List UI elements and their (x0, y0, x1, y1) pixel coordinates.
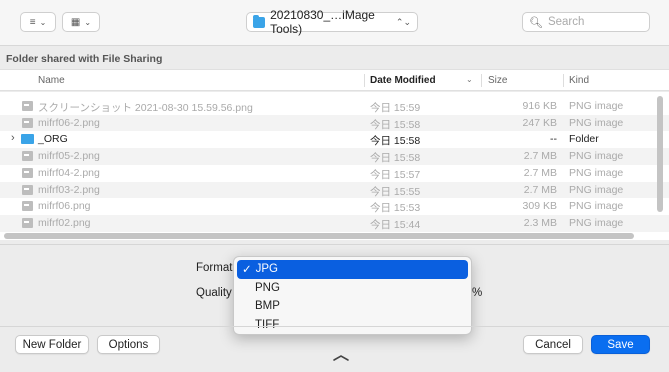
list-item[interactable]: mifrf06-2.png 今日 15:58 247 KB PNG image (0, 114, 669, 132)
file-size: 2.7 MB (523, 183, 557, 196)
view-mode-button[interactable]: ≡ ⌄ (20, 12, 56, 32)
file-name: mifrf04-2.png (38, 166, 100, 179)
quality-label: Quality (196, 287, 232, 299)
checkmark-icon: ✓ (242, 264, 252, 277)
file-name: mifrf02.png (38, 216, 91, 229)
search-field[interactable]: 🔍︎ Search (522, 12, 650, 32)
list-item[interactable]: スクリーンショット 2021-08-30 15.59.56.png 今日 15:… (0, 98, 669, 115)
file-size: 247 KB (522, 116, 557, 129)
image-file-icon (22, 101, 33, 111)
image-file-icon (22, 184, 33, 195)
file-size: 2.7 MB (523, 150, 557, 163)
image-file-icon (22, 167, 33, 178)
bottom-bar: New Folder Options Cancel Save (0, 326, 669, 372)
file-size: -- (550, 133, 557, 146)
search-icon: 🔍︎ (529, 16, 543, 29)
file-list[interactable]: スクリーンショット 2021-08-30 15.59.56.png 今日 15:… (0, 92, 669, 240)
options-button[interactable]: Options (97, 335, 160, 354)
cancel-button[interactable]: Cancel (523, 335, 583, 354)
list-item[interactable]: mifrf04-2.png 今日 15:57 2.7 MB PNG image (0, 165, 669, 182)
file-kind: Folder (569, 133, 599, 146)
file-date: 今日 15:59 (370, 102, 421, 114)
list-item[interactable]: mifrf02.png 今日 15:44 2.3 MB PNG image (0, 214, 669, 232)
file-kind: PNG image (569, 100, 624, 112)
menu-item-label: BMP (255, 300, 280, 313)
folder-icon (253, 14, 266, 28)
format-popup-menu[interactable]: ✓ JPG PNG BMP TIFF (233, 256, 472, 335)
column-kind[interactable]: Kind (569, 75, 589, 86)
chevron-down-icon: ⌄ (84, 17, 92, 27)
file-name: mifrf05-2.png (38, 150, 100, 163)
save-dialog: ≡ ⌄ ▦ ⌄ 20210830_…iMage Tools) ⌃⌄ 🔍︎ Sea… (0, 0, 669, 372)
file-size: 2.7 MB (523, 166, 557, 179)
file-name: _ORG (38, 133, 68, 146)
new-folder-button[interactable]: New Folder (15, 335, 89, 354)
file-date: 今日 15:58 (370, 152, 421, 165)
menu-item-label: PNG (255, 281, 280, 294)
image-file-icon (22, 117, 33, 128)
list-item[interactable]: › _ORG 今日 15:58 -- Folder (0, 131, 669, 148)
file-kind: PNG image (569, 166, 624, 179)
vertical-scrollbar[interactable] (657, 96, 663, 212)
location-popup[interactable]: 20210830_…iMage Tools) ⌃⌄ (246, 8, 418, 36)
column-divider (563, 74, 564, 87)
section-title: Folder shared with File Sharing (6, 53, 163, 65)
menu-item-bmp[interactable]: BMP (237, 297, 468, 316)
image-file-icon (22, 151, 33, 162)
toolbar: ≡ ⌄ ▦ ⌄ 20210830_…iMage Tools) ⌃⌄ 🔍︎ Sea… (0, 0, 669, 46)
menu-item-png[interactable]: PNG (237, 279, 468, 298)
folder-icon (21, 134, 34, 145)
column-size[interactable]: Size (488, 75, 507, 86)
collapse-chevron-icon[interactable] (332, 354, 350, 362)
updown-chevron-icon: ⌃⌄ (395, 16, 411, 27)
file-kind: PNG image (569, 183, 624, 196)
file-kind: PNG image (569, 216, 624, 229)
column-date-modified[interactable]: Date Modified (370, 75, 436, 86)
menu-item-label: JPG (255, 263, 279, 276)
column-header: Name Date Modified ⌄ Size Kind (0, 69, 669, 91)
image-file-icon (22, 201, 33, 212)
file-size: 2.3 MB (523, 216, 557, 229)
file-name: スクリーンショット 2021-08-30 15.59.56.png (38, 102, 253, 114)
menu-item-jpg[interactable]: ✓ JPG (237, 260, 468, 279)
location-label: 20210830_…iMage Tools) (270, 8, 375, 36)
file-kind: PNG image (569, 150, 624, 163)
column-divider (481, 74, 482, 87)
search-placeholder: Search (547, 16, 585, 28)
file-date: 今日 15:57 (370, 168, 421, 181)
chevron-down-icon: ⌄ (39, 17, 47, 27)
quality-percent: % (472, 287, 483, 299)
disclosure-chevron-icon[interactable]: › (11, 132, 15, 144)
save-button[interactable]: Save (591, 335, 650, 354)
file-size: 916 KB (522, 100, 557, 112)
file-date: 今日 15:44 (370, 218, 421, 231)
list-view-icon: ≡ (29, 16, 36, 28)
list-item[interactable]: mifrf05-2.png 今日 15:58 2.7 MB PNG image (0, 148, 669, 165)
format-label: Format: (196, 262, 236, 274)
file-size: 309 KB (522, 200, 557, 213)
horizontal-scrollbar[interactable] (4, 233, 634, 239)
file-date: 今日 15:58 (370, 118, 421, 131)
image-file-icon (22, 217, 33, 228)
file-date: 今日 15:58 (370, 135, 421, 148)
file-name: mifrf06-2.png (38, 116, 100, 129)
group-button[interactable]: ▦ ⌄ (62, 12, 100, 32)
file-date: 今日 15:55 (370, 185, 421, 198)
sort-chevron-icon: ⌄ (466, 75, 473, 84)
grid-icon: ▦ (70, 16, 81, 28)
file-kind: PNG image (569, 116, 624, 129)
column-divider (364, 74, 365, 87)
file-kind: PNG image (569, 200, 624, 213)
list-item[interactable]: mifrf03-2.png 今日 15:55 2.7 MB PNG image (0, 181, 669, 199)
file-name: mifrf03-2.png (38, 183, 100, 196)
list-item[interactable]: mifrf06.png 今日 15:53 309 KB PNG image (0, 198, 669, 215)
file-date: 今日 15:53 (370, 202, 421, 215)
column-name[interactable]: Name (38, 75, 65, 86)
file-name: mifrf06.png (38, 200, 91, 213)
